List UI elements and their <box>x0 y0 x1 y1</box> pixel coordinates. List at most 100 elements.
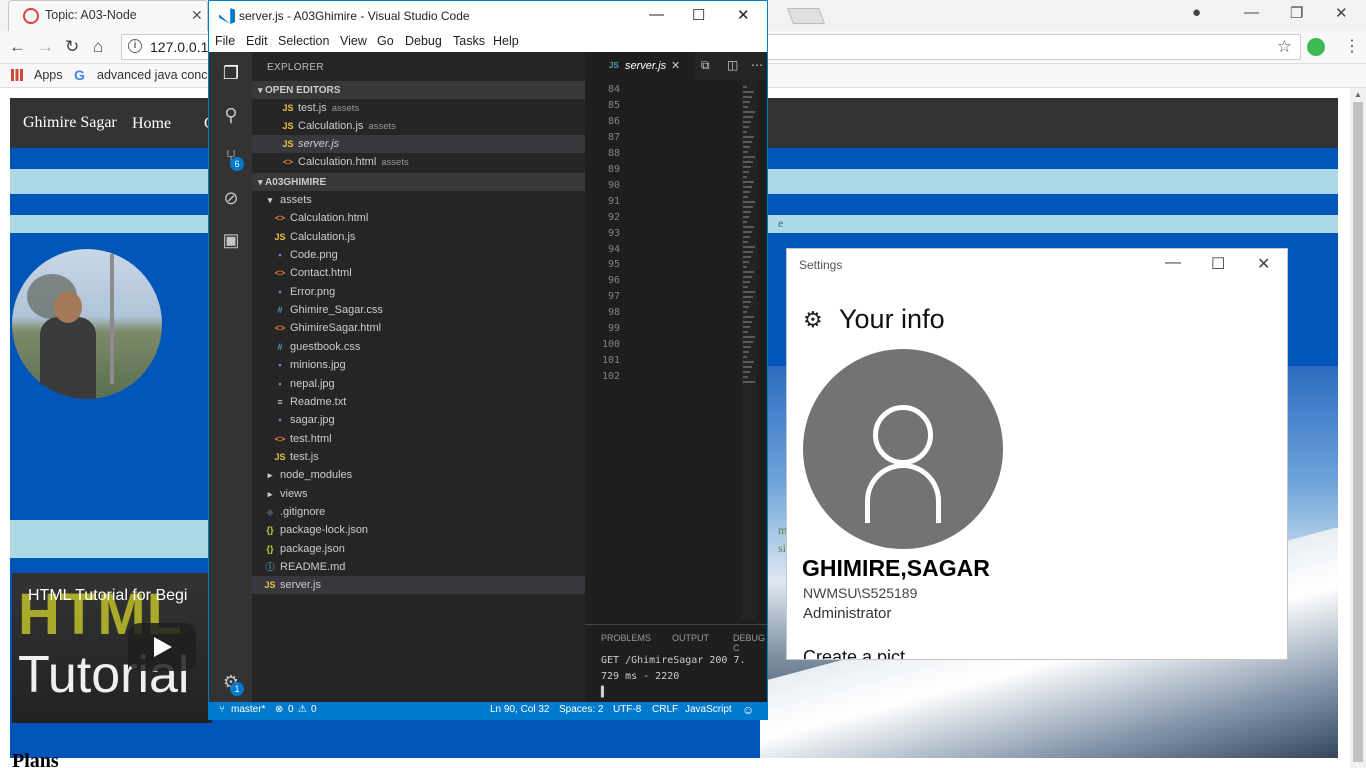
close-icon[interactable]: ✕ <box>1335 4 1348 22</box>
minimize-icon[interactable]: — <box>649 6 664 23</box>
extension-icon[interactable] <box>1307 38 1325 56</box>
menu-go[interactable]: Go <box>377 34 394 48</box>
line-number: 93 <box>607 227 620 239</box>
menu-selection[interactable]: Selection <box>278 34 329 48</box>
video-title[interactable]: HTML Tutorial for Begi <box>28 587 187 605</box>
file-tree-item[interactable]: ▪ sagar.jpg <box>252 411 585 429</box>
file-tree-item[interactable]: ▸ node_modules <box>252 466 585 484</box>
forward-icon[interactable]: → <box>37 37 54 57</box>
file-tree-item[interactable]: # Ghimire_Sagar.css <box>252 301 585 319</box>
new-tab-button[interactable] <box>787 8 825 24</box>
line-number: 90 <box>607 179 620 191</box>
file-tree-item[interactable]: ▸ views <box>252 485 585 503</box>
file-tree-item[interactable]: ▪ Error.png <box>252 283 585 301</box>
file-tree-item[interactable]: ▪ Code.png <box>252 246 585 264</box>
warning-icon[interactable]: ⚠ <box>298 704 307 715</box>
create-picture-link[interactable]: Create a pict <box>803 647 905 659</box>
open-editor-item[interactable]: JS Calculation.js assets <box>252 117 585 135</box>
profile-icon[interactable]: ● <box>1192 4 1201 21</box>
status-position[interactable]: Ln 90, Col 32 <box>490 704 550 715</box>
chrome-menu-icon[interactable]: ⋮ <box>1344 36 1360 56</box>
home-icon[interactable]: ⌂ <box>93 37 103 57</box>
file-tree-item[interactable]: <> GhimireSagar.html <box>252 319 585 337</box>
restore-icon[interactable]: ❐ <box>1290 4 1303 22</box>
open-editors-header[interactable]: OPEN EDITORS <box>252 81 585 99</box>
status-errors[interactable]: 0 <box>288 704 294 715</box>
minimize-icon[interactable]: — <box>1244 4 1259 21</box>
file-name: package.json <box>280 542 345 555</box>
video-embed[interactable]: HTML Tutorial HTML Tutorial for Begi <box>12 573 212 723</box>
file-tree-item[interactable]: <> Calculation.html <box>252 209 585 227</box>
menu-tasks[interactable]: Tasks <box>453 34 485 48</box>
photo-head <box>54 291 82 323</box>
menu-file[interactable]: File <box>215 34 235 48</box>
project-header[interactable]: A03GHIMIRE <box>252 173 585 191</box>
explorer-icon[interactable]: ❐ <box>220 62 242 84</box>
extensions-icon[interactable]: ▣ <box>220 229 242 251</box>
feedback-smiley-icon[interactable]: ☺ <box>742 703 754 717</box>
bookmark-java[interactable]: advanced java conce <box>97 68 214 82</box>
page-scrollbar[interactable]: ▲ <box>1350 88 1366 768</box>
status-encoding[interactable]: UTF-8 <box>613 704 641 715</box>
bookmark-star-icon[interactable]: ☆ <box>1277 37 1292 57</box>
file-tree-item[interactable]: ≡ Readme.txt <box>252 393 585 411</box>
error-icon[interactable]: ⊗ <box>275 704 283 715</box>
open-editor-item[interactable]: JS server.js <box>252 135 585 153</box>
info-icon[interactable]: i <box>128 39 142 53</box>
status-warnings[interactable]: 0 <box>311 704 317 715</box>
menu-view[interactable]: View <box>340 34 367 48</box>
apps-grid-icon[interactable] <box>11 69 23 81</box>
panel-tab-problems[interactable]: PROBLEMS <box>601 633 651 643</box>
browser-tab[interactable]: Topic: A03-Node ✕ <box>8 0 208 31</box>
close-icon[interactable]: ✕ <box>737 6 750 24</box>
menu-debug[interactable]: Debug <box>405 34 442 48</box>
more-actions-icon[interactable]: ⋯ <box>751 58 763 72</box>
file-name: nepal.jpg <box>290 377 335 390</box>
site-brand[interactable]: Ghimire Sagar <box>23 114 117 132</box>
editor-tab-server-js[interactable]: JS server.js ✕ <box>585 52 695 80</box>
file-tree-item[interactable]: ▪ nepal.jpg <box>252 375 585 393</box>
back-icon[interactable]: ← <box>9 37 26 57</box>
debug-icon[interactable]: ⊘ <box>220 187 242 209</box>
file-tree-item[interactable]: <> test.html <box>252 430 585 448</box>
file-tree-item[interactable]: {} package.json <box>252 540 585 558</box>
status-spaces[interactable]: Spaces: 2 <box>559 704 603 715</box>
status-language[interactable]: JavaScript <box>685 704 732 715</box>
maximize-icon[interactable]: ☐ <box>692 6 705 24</box>
menu-help[interactable]: Help <box>493 34 519 48</box>
play-button[interactable] <box>128 623 196 671</box>
status-eol[interactable]: CRLF <box>652 704 678 715</box>
minimize-icon[interactable]: — <box>1165 254 1181 272</box>
open-changes-icon[interactable]: ⧉ <box>701 58 710 73</box>
panel-tab-output[interactable]: OUTPUT <box>672 633 709 643</box>
split-editor-icon[interactable]: ◫ <box>727 58 738 72</box>
css-file-icon: # <box>277 341 283 352</box>
scroll-up-icon[interactable]: ▲ <box>1354 90 1362 99</box>
search-icon[interactable]: ⚲ <box>220 104 242 126</box>
file-tree-item[interactable]: ▾ assets <box>252 191 585 209</box>
nav-home-link[interactable]: Home <box>132 115 171 133</box>
minimap[interactable] <box>741 80 757 620</box>
file-tree-item[interactable]: JS Calculation.js <box>252 228 585 246</box>
tab-close-icon[interactable]: ✕ <box>191 7 203 24</box>
close-icon[interactable]: ✕ <box>1257 254 1270 274</box>
bookmark-apps[interactable]: Apps <box>34 68 63 82</box>
file-tree-item[interactable]: JS test.js <box>252 448 585 466</box>
status-branch[interactable]: master* <box>231 704 265 715</box>
open-editor-item[interactable]: JS test.js assets <box>252 99 585 117</box>
settings-badge: 1 <box>230 682 244 696</box>
file-tree-item[interactable]: ◆ .gitignore <box>252 503 585 521</box>
file-tree-item[interactable]: {} package-lock.json <box>252 521 585 539</box>
scrollbar-thumb[interactable] <box>1353 102 1363 762</box>
file-tree-item[interactable]: ⓘ README.md <box>252 558 585 576</box>
file-tree-item[interactable]: <> Contact.html <box>252 264 585 282</box>
file-tree-item[interactable]: JS server.js <box>252 576 585 595</box>
open-editor-item[interactable]: <> Calculation.html assets <box>252 153 585 171</box>
file-tree-item[interactable]: ▪ minions.jpg <box>252 356 585 374</box>
file-tree-item[interactable]: # guestbook.css <box>252 338 585 356</box>
maximize-icon[interactable]: ☐ <box>1211 254 1225 274</box>
menu-edit[interactable]: Edit <box>246 34 268 48</box>
tab-close-icon[interactable]: ✕ <box>671 52 680 80</box>
panel-tab-debug[interactable]: DEBUG C <box>733 633 767 653</box>
reload-icon[interactable]: ↻ <box>65 37 79 57</box>
